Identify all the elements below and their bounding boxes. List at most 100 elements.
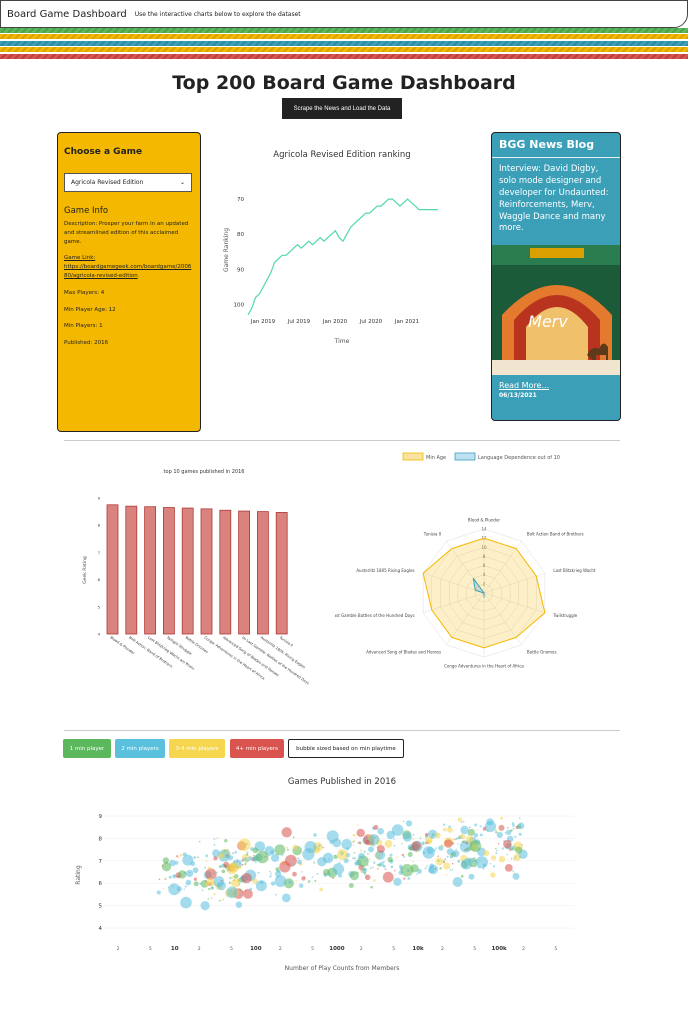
scatter-point[interactable] bbox=[443, 823, 446, 826]
scatter-point[interactable] bbox=[224, 849, 226, 852]
scatter-point[interactable] bbox=[168, 883, 181, 896]
scatter-point[interactable] bbox=[513, 835, 516, 838]
scatter-point[interactable] bbox=[319, 887, 324, 892]
scatter-point[interactable] bbox=[495, 831, 498, 834]
scatter-point[interactable] bbox=[377, 868, 379, 870]
bubble-size-note-button[interactable]: bubble sized based on min playtime bbox=[288, 739, 404, 758]
scatter-point[interactable] bbox=[411, 841, 422, 851]
scatter-point[interactable] bbox=[221, 898, 225, 901]
scatter-point[interactable] bbox=[210, 886, 214, 889]
scatter-point[interactable] bbox=[364, 874, 371, 881]
scatter-point[interactable] bbox=[221, 869, 226, 874]
scatter-point[interactable] bbox=[449, 869, 452, 871]
scatter-point[interactable] bbox=[442, 827, 447, 832]
scatter-point[interactable] bbox=[207, 898, 210, 900]
scatter-point[interactable] bbox=[490, 872, 496, 878]
scatter-point[interactable] bbox=[511, 822, 515, 825]
scatter-point[interactable] bbox=[459, 833, 466, 840]
scatter-point[interactable] bbox=[363, 868, 366, 871]
scatter-point[interactable] bbox=[434, 867, 437, 870]
scatter-point[interactable] bbox=[456, 843, 459, 845]
scatter-point[interactable] bbox=[402, 832, 413, 842]
scatter-point[interactable] bbox=[390, 865, 394, 869]
scatter-point[interactable] bbox=[381, 853, 384, 855]
scatter-point[interactable] bbox=[473, 856, 476, 859]
game-link[interactable]: https://boardgamegeek.com/boardgame/2006… bbox=[64, 264, 191, 279]
scatter-point[interactable] bbox=[164, 877, 167, 880]
scatter-point[interactable] bbox=[437, 855, 440, 857]
scatter-point[interactable] bbox=[489, 862, 492, 865]
scatter-point[interactable] bbox=[176, 855, 179, 858]
scatter-point[interactable] bbox=[156, 890, 161, 895]
scatter-point[interactable] bbox=[246, 843, 248, 845]
scatter-point[interactable] bbox=[504, 864, 513, 872]
scatter-point[interactable] bbox=[193, 877, 197, 881]
scatter-point[interactable] bbox=[377, 828, 385, 835]
scatter-point[interactable] bbox=[513, 853, 521, 861]
scatter-point[interactable] bbox=[370, 885, 373, 889]
scatter-point[interactable] bbox=[193, 881, 199, 887]
scatter-point[interactable] bbox=[360, 843, 362, 845]
scatter-point[interactable] bbox=[426, 865, 428, 867]
scatter-point[interactable] bbox=[233, 874, 239, 879]
scatter-point[interactable] bbox=[370, 867, 372, 869]
scatter-point[interactable] bbox=[198, 840, 201, 843]
scatter-point[interactable] bbox=[360, 849, 363, 852]
scatter-point[interactable] bbox=[216, 871, 218, 874]
scatter-point[interactable] bbox=[291, 863, 294, 866]
scatter-point[interactable] bbox=[297, 859, 302, 865]
scatter-point[interactable] bbox=[300, 871, 303, 873]
scatter-point[interactable] bbox=[357, 824, 359, 826]
scatter-point[interactable] bbox=[200, 901, 210, 911]
scatter-point[interactable] bbox=[512, 872, 520, 880]
scatter-point[interactable] bbox=[182, 854, 194, 866]
scatter-point[interactable] bbox=[373, 861, 376, 864]
scatter-point[interactable] bbox=[498, 856, 506, 863]
scatter-point[interactable] bbox=[460, 821, 463, 824]
scatter-point[interactable] bbox=[512, 827, 515, 830]
navbar-brand[interactable]: Board Game Dashboard bbox=[7, 9, 127, 20]
scatter-point[interactable] bbox=[495, 847, 497, 850]
scatter-point[interactable] bbox=[379, 861, 384, 867]
scatter-point[interactable] bbox=[358, 852, 365, 860]
scatter-point[interactable] bbox=[400, 864, 414, 877]
scatter-point[interactable] bbox=[446, 855, 449, 858]
scatter-point[interactable] bbox=[205, 880, 207, 882]
scatter-point[interactable] bbox=[376, 845, 385, 854]
scatter-point[interactable] bbox=[239, 893, 241, 896]
scatter-point[interactable] bbox=[455, 848, 458, 851]
scatter-point[interactable] bbox=[367, 864, 369, 866]
scatter-point[interactable] bbox=[373, 845, 376, 847]
scatter-point[interactable] bbox=[495, 852, 498, 855]
scatter-point[interactable] bbox=[510, 829, 513, 832]
scatter-point[interactable] bbox=[281, 854, 284, 857]
scatter-point[interactable] bbox=[412, 833, 415, 836]
scatter-point[interactable] bbox=[452, 877, 463, 887]
scatter-point[interactable] bbox=[468, 873, 475, 880]
scatter-point[interactable] bbox=[336, 849, 348, 861]
scatter-point[interactable] bbox=[477, 866, 480, 869]
scatter-point[interactable] bbox=[269, 870, 271, 873]
scatter-point[interactable] bbox=[201, 889, 204, 891]
scatter-point[interactable] bbox=[352, 844, 355, 846]
scatter-point[interactable] bbox=[424, 867, 427, 870]
scatter-point[interactable] bbox=[498, 824, 505, 831]
scatter-point[interactable] bbox=[403, 855, 405, 858]
scatter-point[interactable] bbox=[341, 839, 353, 850]
scatter-point[interactable] bbox=[402, 820, 405, 823]
scatter-point[interactable] bbox=[245, 861, 248, 863]
scatter-point[interactable] bbox=[292, 844, 298, 850]
scatter-point[interactable] bbox=[363, 850, 366, 853]
scatter-point[interactable] bbox=[255, 861, 257, 864]
scatter-point[interactable] bbox=[353, 857, 356, 860]
scatter-point[interactable] bbox=[179, 853, 183, 857]
scatter-point[interactable] bbox=[479, 825, 482, 828]
scatter-point[interactable] bbox=[248, 856, 253, 861]
scatter-point[interactable] bbox=[303, 876, 306, 879]
scatter-point[interactable] bbox=[313, 833, 317, 837]
scatter-point[interactable] bbox=[218, 853, 224, 859]
scatter-point[interactable] bbox=[213, 872, 215, 874]
scatter-point[interactable] bbox=[238, 838, 251, 852]
scatter-point[interactable] bbox=[513, 872, 515, 874]
scatter-point[interactable] bbox=[446, 874, 448, 876]
